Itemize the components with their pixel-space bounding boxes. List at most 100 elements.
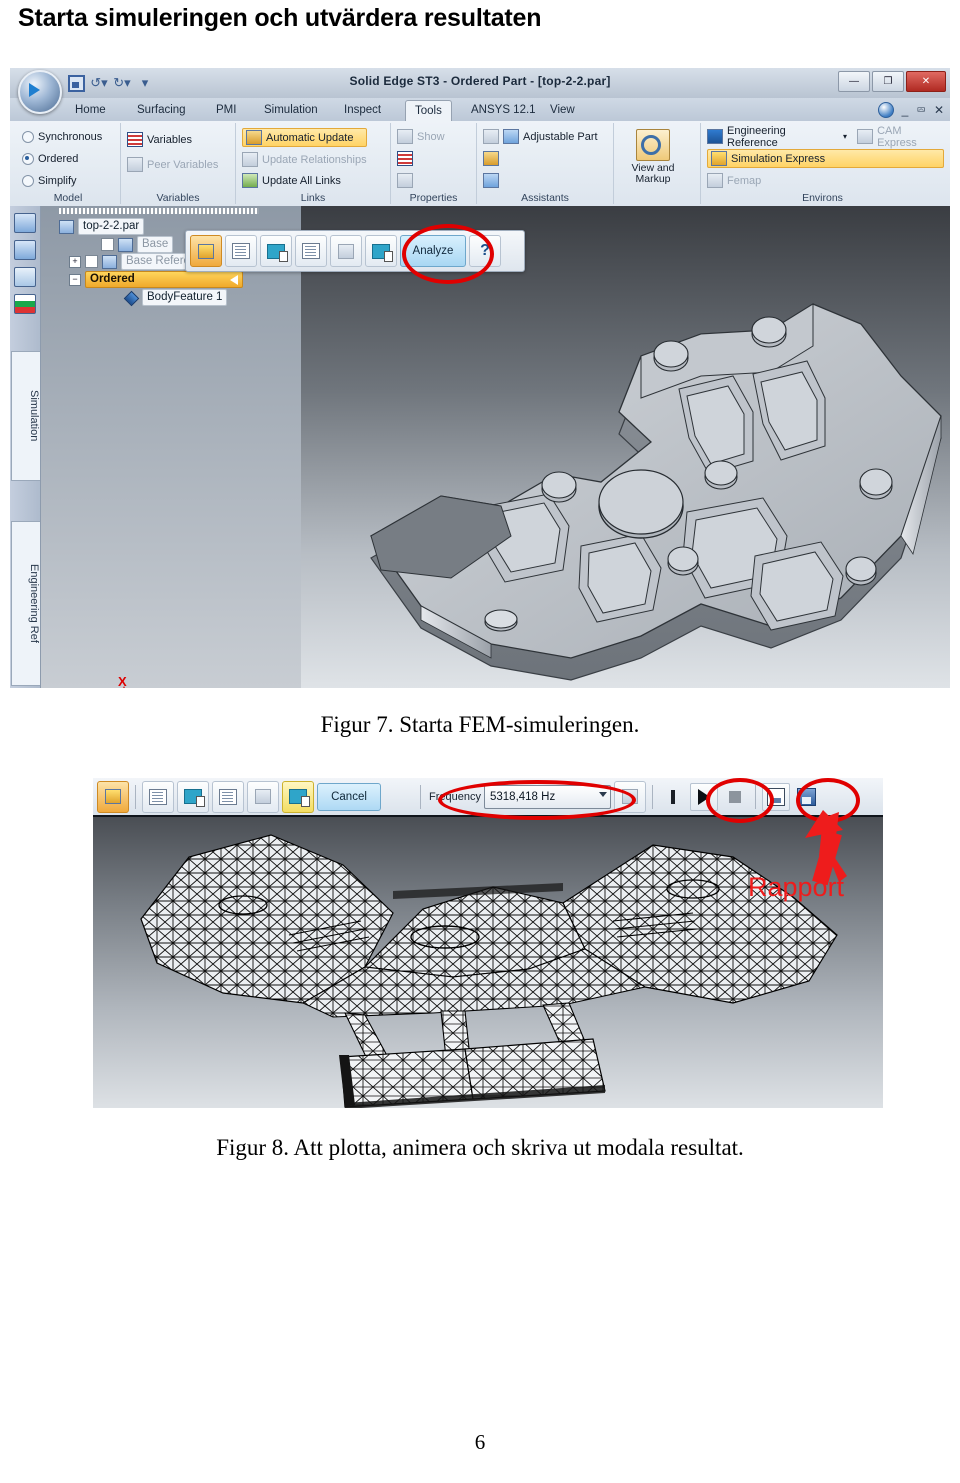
help-icon[interactable] xyxy=(877,102,894,118)
radio-ordered[interactable]: Ordered xyxy=(22,150,102,167)
mesh-icon xyxy=(255,789,271,804)
cancel-button[interactable]: Cancel xyxy=(317,782,381,811)
ribbon-group-environs: Engineering Reference ▾ CAM Express Simu… xyxy=(701,123,944,204)
mesh-button[interactable] xyxy=(247,780,279,813)
automatic-update-icon xyxy=(246,130,262,145)
tab-view[interactable]: View xyxy=(541,100,584,121)
simulation-study-button[interactable] xyxy=(97,780,129,813)
ribbon-group-label: Links xyxy=(300,192,326,204)
command-update-all-links[interactable]: Update All Links xyxy=(242,172,367,189)
chevron-down-icon[interactable]: ▾ xyxy=(843,132,847,141)
tree-node-ordered[interactable]: − Ordered xyxy=(69,271,243,288)
mesh-button[interactable] xyxy=(330,235,362,267)
sequence-icon xyxy=(483,173,499,188)
tree-node-base[interactable]: Base xyxy=(101,236,174,253)
expander-plus-icon[interactable]: + xyxy=(69,255,81,268)
checkbox-icon xyxy=(483,129,499,144)
update-relationships-icon xyxy=(242,152,258,167)
maximize-button[interactable]: ❐ xyxy=(872,71,904,92)
expander-minus-icon[interactable]: − xyxy=(69,273,81,286)
ribbon-close-button[interactable]: ✕ xyxy=(934,103,944,117)
tab-home[interactable]: Home xyxy=(66,100,115,121)
ribbon-tab-strip[interactable]: Home Surfacing PMI Simulation Inspect To… xyxy=(10,98,950,122)
command-update-relationships: Update Relationships xyxy=(242,151,367,168)
ribbon-group-properties: Show Properties xyxy=(391,123,477,204)
tree-root-node[interactable]: top-2-2.par xyxy=(59,218,145,235)
command-engineering-reference[interactable]: Engineering Reference ▾ xyxy=(707,125,847,149)
left-dock-rail[interactable]: Simulation Engineering Ref xyxy=(10,206,41,688)
radio-simplify[interactable]: Simplify xyxy=(22,172,102,189)
radio-synchronous[interactable]: Synchronous xyxy=(22,128,102,145)
results-button[interactable] xyxy=(282,780,314,813)
rail-tab-simulation[interactable]: Simulation xyxy=(11,351,40,481)
pause-icon xyxy=(670,789,675,804)
command-assistant-2[interactable] xyxy=(483,150,598,167)
tab-tools[interactable]: Tools xyxy=(405,100,452,122)
solve-setup-icon xyxy=(372,243,393,262)
part-3d-model xyxy=(370,303,942,681)
command-variables[interactable]: Variables xyxy=(127,131,218,148)
material-table-button[interactable] xyxy=(225,235,257,267)
ribbon-group-label: Model xyxy=(53,192,83,204)
annotation-ellipse-analyze xyxy=(402,224,494,284)
figure-7-image: ↺▾ ↻▾ ▾ Solid Edge ST3 - Ordered Part - … xyxy=(10,68,950,688)
tree-node-label: top-2-2.par xyxy=(78,218,145,235)
tab-simulation[interactable]: Simulation xyxy=(255,100,327,121)
command-properties-table[interactable] xyxy=(397,150,445,167)
results-viewport[interactable] xyxy=(93,817,883,1108)
ribbon-restore-button[interactable]: ⮹ xyxy=(916,103,926,118)
mesh-icon xyxy=(338,243,354,259)
command-properties-help[interactable] xyxy=(397,172,445,189)
panel-drag-handle[interactable] xyxy=(59,208,259,214)
command-view-and-markup[interactable]: View and Markup xyxy=(624,129,682,185)
radio-icon xyxy=(22,174,34,187)
tab-inspect[interactable]: Inspect xyxy=(335,100,390,121)
checkbox-icon[interactable] xyxy=(101,238,114,251)
simulation-express-icon xyxy=(711,151,727,166)
study-icon xyxy=(198,243,214,259)
ribbon-right-controls[interactable]: _ ⮹ ✕ xyxy=(877,102,944,118)
tree-node-bodyfeature-1[interactable]: BodyFeature 1 xyxy=(126,289,228,306)
checkbox-icon[interactable] xyxy=(85,255,98,268)
ribbon-minimize-button[interactable]: _ xyxy=(902,103,909,117)
window-controls[interactable]: — ❐ ✕ xyxy=(838,71,946,92)
page-title: Starta simuleringen och utvärdera result… xyxy=(18,4,542,32)
add-constraint-button[interactable] xyxy=(260,235,292,267)
tab-surfacing[interactable]: Surfacing xyxy=(128,100,195,121)
simulation-study-button[interactable] xyxy=(190,235,222,267)
tree-node-label: BodyFeature 1 xyxy=(142,289,228,306)
tab-pmi[interactable]: PMI xyxy=(207,100,245,121)
command-label: Automatic Update xyxy=(266,131,354,144)
add-part-icon[interactable] xyxy=(14,240,36,260)
command-assistant-3[interactable] xyxy=(483,172,598,189)
rail-tab-engineering-reference[interactable]: Engineering Ref xyxy=(11,521,40,686)
command-adjustable-part[interactable]: Adjustable Part xyxy=(483,128,598,145)
tab-ansys[interactable]: ANSYS 12.1 xyxy=(462,100,545,121)
properties-help-icon xyxy=(397,173,413,188)
constraint-icon xyxy=(184,789,205,807)
radio-label: Ordered xyxy=(38,152,79,165)
results-icon xyxy=(289,789,310,807)
model-viewport[interactable] xyxy=(301,206,950,688)
load-table-button[interactable] xyxy=(212,780,244,813)
sensors-icon[interactable] xyxy=(14,294,36,314)
radio-icon xyxy=(22,130,34,143)
command-automatic-update[interactable]: Automatic Update xyxy=(242,128,367,147)
command-label: Peer Variables xyxy=(147,158,219,171)
solve-setup-button[interactable] xyxy=(365,235,397,267)
application-menu-orb-icon[interactable] xyxy=(18,70,62,114)
close-button[interactable]: ✕ xyxy=(906,71,946,92)
command-label: CAM Express xyxy=(877,124,917,149)
add-constraint-button[interactable] xyxy=(177,780,209,813)
ribbon-group-label: Environs xyxy=(802,192,843,204)
step-button[interactable] xyxy=(659,783,687,811)
material-table-button[interactable] xyxy=(142,780,174,813)
feature-pathfinder-icon[interactable] xyxy=(14,213,36,233)
load-table-button[interactable] xyxy=(295,235,327,267)
properties-table-icon xyxy=(397,151,413,166)
base-icon xyxy=(118,237,133,252)
constraint-icon xyxy=(267,243,288,262)
command-simulation-express[interactable]: Simulation Express xyxy=(707,149,944,168)
layers-icon[interactable] xyxy=(14,267,36,287)
minimize-button[interactable]: — xyxy=(838,71,870,92)
